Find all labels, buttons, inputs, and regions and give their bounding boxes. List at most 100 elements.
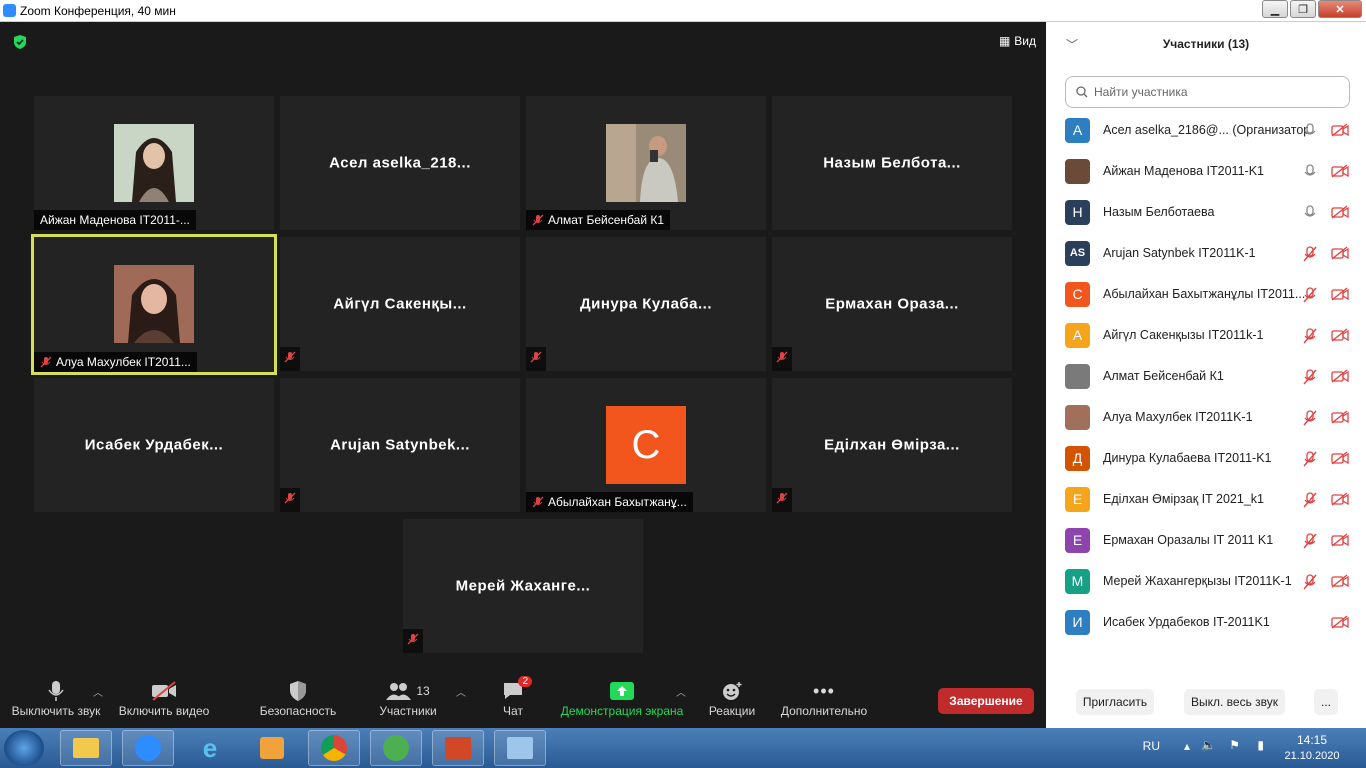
video-off-icon	[1331, 287, 1349, 301]
chrome-icon	[321, 735, 347, 761]
participant-row[interactable]: H Назым Белботаева	[1065, 198, 1355, 226]
clock-time[interactable]: 14:15	[1282, 733, 1342, 747]
participant-row[interactable]: A Айгүл Сакенқызы IT2011k-1	[1065, 321, 1355, 349]
chat-button[interactable]: 2 Чат	[490, 676, 536, 718]
video-off-icon	[1331, 492, 1349, 506]
control-panel-icon	[507, 737, 533, 759]
participant-row[interactable]: C Абылайхан Бахытжанұлы IT2011...	[1065, 280, 1355, 308]
participant-name: Назым Белботаева	[1103, 205, 1215, 219]
control-panel-taskbar-button[interactable]	[494, 730, 546, 766]
video-tile[interactable]: Айгүл Сакенқы...	[280, 237, 520, 371]
participant-search[interactable]	[1065, 76, 1350, 108]
participant-name: Исабек Урдабеков IT-2011K1	[1103, 615, 1270, 629]
participant-avatar: E	[1065, 527, 1090, 553]
view-button[interactable]: ▦ Вид	[999, 34, 1036, 48]
participant-photo	[606, 124, 686, 202]
participants-button[interactable]: 13 Участники	[368, 678, 448, 718]
restore-button[interactable]: ❐	[1290, 0, 1316, 18]
muted-mic-icon	[284, 492, 296, 504]
ie-taskbar-button[interactable]: e	[184, 730, 236, 766]
utorrent-taskbar-button[interactable]	[370, 730, 422, 766]
participant-row[interactable]: A Асел aselka_2186@... (Организатор, я)	[1065, 116, 1355, 144]
participant-name: Еділхан Өмірзақ IT 2021_k1	[1103, 492, 1264, 506]
participant-avatar: A	[1065, 117, 1090, 143]
window-title: Zoom Конференция, 40 мин	[20, 3, 176, 18]
more-button[interactable]: ••• Дополнительно	[778, 678, 870, 719]
volume-icon[interactable]: 🔈	[1201, 738, 1216, 752]
network-icon[interactable]: ▮	[1257, 738, 1264, 752]
participant-name: Мерей Жаханге...	[455, 577, 591, 595]
active-speaker-tile[interactable]: Алуа Махулбек IT2011...	[31, 234, 277, 375]
close-button[interactable]: ✕	[1318, 0, 1362, 18]
participants-panel: ﹀ Участники (13) AАсел aselka_2186@... (…	[1046, 22, 1366, 728]
participant-avatar: M	[1065, 568, 1090, 594]
share-screen-button[interactable]: Демонстрация экрана	[560, 678, 684, 718]
video-off-icon	[1331, 328, 1349, 342]
panel-more-button[interactable]: ...	[1314, 689, 1338, 715]
microphone-icon	[1304, 123, 1316, 135]
video-tile[interactable]: Назым Белбота...	[772, 96, 1012, 230]
reaction-emoji-icon	[723, 682, 742, 700]
participant-row[interactable]: E Ермахан Оразалы IT 2011 K1	[1065, 526, 1355, 554]
participant-photo	[114, 124, 194, 202]
participant-row[interactable]: Алуа Махулбек IT2011K-1	[1065, 403, 1355, 431]
participant-nametag: Абылайхан Бахытжанұ...	[526, 492, 693, 512]
video-tile[interactable]: Асел aselka_218...	[280, 96, 520, 230]
mute-button[interactable]: Выключить звук	[8, 678, 104, 718]
participant-row[interactable]: Д Динура Кулабаева IT2011-K1	[1065, 444, 1355, 472]
encryption-shield-icon	[14, 35, 26, 49]
audio-options-caret[interactable]: ︿	[93, 684, 103, 699]
video-off-icon	[1331, 451, 1349, 465]
participant-row[interactable]: Алмат Бейсенбай К1	[1065, 362, 1355, 390]
muted-mic-icon	[1303, 451, 1317, 467]
microphone-icon	[1304, 205, 1316, 217]
participant-name: Алуа Махулбек IT2011K-1	[1103, 410, 1253, 424]
participant-row[interactable]: Айжан Маденова IT2011-K1	[1065, 157, 1355, 185]
video-tile[interactable]: Алмат Бейсенбай К1	[526, 96, 766, 230]
muted-mic-icon	[532, 214, 544, 226]
reactions-button[interactable]: Реакции	[706, 678, 758, 718]
chrome-taskbar-button[interactable]	[308, 730, 360, 766]
powerpoint-taskbar-button[interactable]	[432, 730, 484, 766]
muted-mic-icon	[530, 351, 542, 363]
tray-expand-icon[interactable]: ▴	[1184, 739, 1190, 753]
end-meeting-button[interactable]: Завершение	[938, 688, 1034, 714]
zoom-taskbar-button[interactable]	[122, 730, 174, 766]
participant-avatar: E	[1065, 486, 1090, 512]
video-tile[interactable]: Ермахан Ораза...	[772, 237, 1012, 371]
participant-row[interactable]: И Исабек Урдабеков IT-2011K1	[1065, 608, 1355, 636]
video-tile[interactable]: Исабек Урдабек...	[34, 378, 274, 512]
media-taskbar-button[interactable]	[246, 730, 298, 766]
clock-date[interactable]: 21.10.2020	[1282, 750, 1342, 762]
mute-all-button[interactable]: Выкл. весь звук	[1184, 689, 1285, 715]
video-tile[interactable]: C Абылайхан Бахытжанұ...	[526, 378, 766, 512]
flag-icon[interactable]: ⚑	[1229, 738, 1240, 752]
participants-caret[interactable]: ︿	[456, 684, 466, 699]
start-button[interactable]	[4, 730, 44, 766]
video-tile[interactable]: Динура Кулаба...	[526, 237, 766, 371]
video-tile[interactable]: Мерей Жаханге...	[403, 519, 643, 653]
participant-avatar	[1065, 363, 1090, 389]
search-input[interactable]	[1094, 85, 1334, 99]
video-tile[interactable]: Еділхан Өмірза...	[772, 378, 1012, 512]
start-video-button[interactable]: Включить видео	[116, 678, 212, 718]
participant-row[interactable]: M Мерей Жахангерқызы IT2011K-1	[1065, 567, 1355, 595]
explorer-taskbar-button[interactable]	[60, 730, 112, 766]
language-indicator[interactable]: RU	[1143, 739, 1160, 753]
invite-button[interactable]: Пригласить	[1076, 689, 1154, 715]
participant-row[interactable]: E Еділхан Өмірзақ IT 2021_k1	[1065, 485, 1355, 513]
minimize-button[interactable]: ▁	[1262, 0, 1288, 18]
participant-name: Ермахан Оразалы IT 2011 K1	[1103, 533, 1274, 547]
microphone-icon	[1304, 164, 1316, 176]
participant-row[interactable]: AS Arujan Satynbek IT2011K-1	[1065, 239, 1355, 267]
participant-name: Мерей Жахангерқызы IT2011K-1	[1103, 574, 1292, 588]
video-tile[interactable]: Arujan Satynbek...	[280, 378, 520, 512]
video-off-icon	[1331, 123, 1349, 137]
search-icon	[1076, 86, 1088, 98]
security-button[interactable]: Безопасность	[250, 678, 346, 718]
participant-name: Абылайхан Бахытжанұлы IT2011...	[1103, 287, 1306, 301]
video-tile[interactable]: Айжан Маденова IT2011-...	[34, 96, 274, 230]
powerpoint-icon	[445, 737, 471, 759]
participants-icon	[386, 683, 412, 700]
share-caret[interactable]: ︿	[676, 684, 686, 699]
